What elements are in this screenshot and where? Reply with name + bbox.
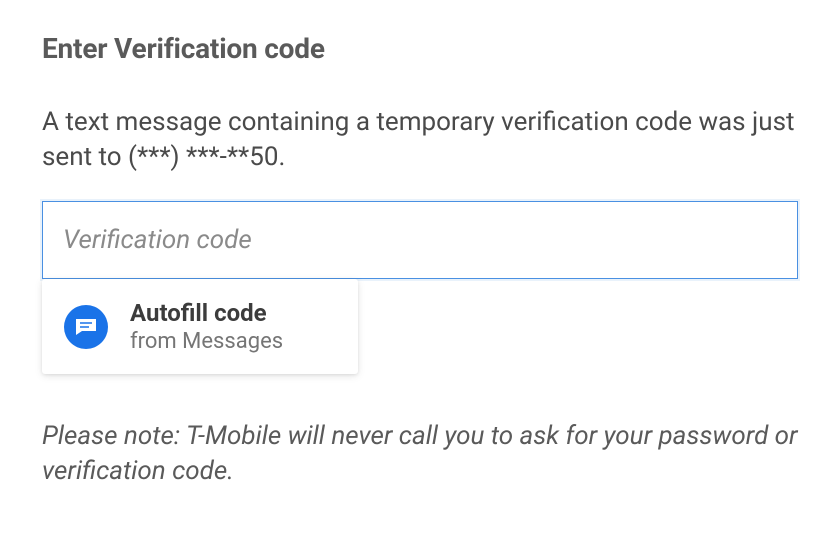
page-title: Enter Verification code xyxy=(42,32,798,65)
verification-code-input[interactable] xyxy=(42,201,798,279)
disclaimer-text: Please note: T-Mobile will never call yo… xyxy=(42,419,798,489)
messages-icon xyxy=(64,305,108,349)
autofill-text-block: Autofill code from Messages xyxy=(130,299,283,354)
autofill-subtitle: from Messages xyxy=(130,329,283,354)
verification-input-wrapper: Autofill code from Messages xyxy=(42,201,798,279)
instruction-text: A text message containing a temporary ve… xyxy=(42,105,798,175)
autofill-title: Autofill code xyxy=(130,299,283,327)
autofill-suggestion[interactable]: Autofill code from Messages xyxy=(42,279,358,374)
